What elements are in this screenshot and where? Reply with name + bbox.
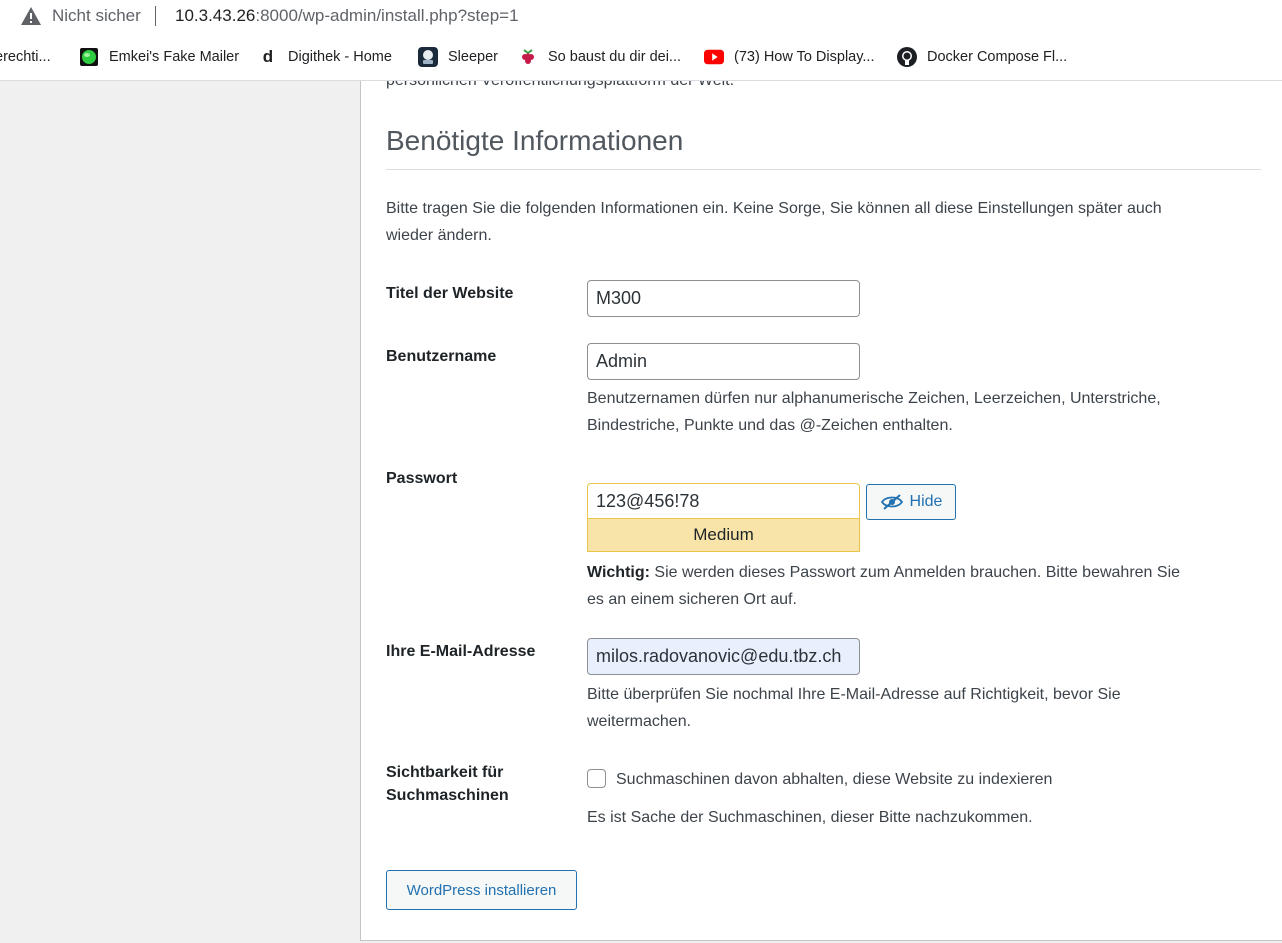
page-viewport: persönlichen Veröffentlichungsplattform …	[0, 81, 1282, 943]
hide-password-button[interactable]: Hide	[866, 484, 956, 520]
eye-slash-icon	[880, 494, 903, 510]
visibility-label-line-2: Suchmaschinen	[386, 787, 509, 804]
security-status[interactable]: Nicht sicher	[52, 6, 141, 26]
bookmark-item[interactable]: (73) How To Display...	[704, 46, 874, 68]
intro-text-cut: persönlichen Veröffentlichungsplattform …	[386, 81, 734, 90]
bookmark-label: Docker Compose Fl...	[927, 49, 1068, 65]
username-hint-line-2: Bindestriche, Punkte und das @-Zeichen e…	[587, 417, 953, 434]
important-bold: Wichtig:	[587, 564, 650, 581]
instructions-text: Bitte tragen Sie die folgenden Informati…	[386, 195, 1266, 249]
raspberry-icon	[518, 47, 538, 67]
username-hint-line-1: Benutzernamen dürfen nur alphanumerische…	[587, 390, 1161, 407]
address-bar: Nicht sicher 10.3.43.26:8000/wp-admin/in…	[0, 0, 1282, 34]
url-host: 10.3.43.26	[175, 6, 256, 25]
instructions-line-1: Bitte tragen Sie die folgenden Informati…	[386, 200, 1162, 217]
bookmark-item[interactable]: erechti...	[0, 46, 51, 68]
bookmark-item[interactable]: d Digithek - Home	[258, 46, 392, 68]
hide-label: Hide	[909, 493, 943, 510]
digithek-d-icon: d	[262, 47, 274, 66]
bookmark-label: Digithek - Home	[288, 49, 392, 65]
install-wordpress-button[interactable]: WordPress installieren	[386, 870, 577, 910]
url-path: :8000/wp-admin/install.php?step=1	[255, 6, 519, 25]
bookmark-label: erechti...	[0, 49, 51, 65]
password-label: Passwort	[386, 470, 458, 487]
sleeper-icon	[418, 47, 438, 67]
email-hint-line-2: weitermachen.	[587, 713, 692, 730]
email-input[interactable]: milos.radovanovic@edu.tbz.ch	[587, 638, 860, 675]
url-field[interactable]: 10.3.43.26:8000/wp-admin/install.php?ste…	[175, 6, 519, 26]
address-separator	[155, 6, 156, 26]
bookmark-item[interactable]: So baust du dir dei...	[518, 46, 681, 68]
discourage-search-checkbox[interactable]	[587, 769, 606, 788]
bookmark-item[interactable]: Docker Compose Fl...	[897, 46, 1067, 68]
bookmark-item[interactable]: Emkei's Fake Mailer	[79, 46, 239, 68]
bookmark-label: (73) How To Display...	[734, 49, 875, 65]
bookmark-item[interactable]: Sleeper	[418, 46, 498, 68]
visibility-note: Es ist Sache der Suchmaschinen, dieser B…	[587, 809, 1033, 826]
page-heading: Benötigte Informationen	[386, 125, 684, 156]
password-input[interactable]: 123@456!78	[587, 483, 860, 519]
site-title-label: Titel der Website	[386, 285, 514, 302]
warning-icon[interactable]	[20, 6, 42, 26]
email-hint: Bitte überprüfen Sie nochmal Ihre E-Mail…	[587, 681, 1247, 735]
github-icon	[897, 47, 917, 67]
username-input[interactable]: Admin	[587, 343, 860, 380]
username-hint: Benutzernamen dürfen nur alphanumerische…	[587, 385, 1227, 439]
bookmarks-bar: erechti... Emkei's Fake Mailer d Digithe…	[0, 34, 1282, 81]
password-strength-meter: Medium	[587, 519, 860, 552]
bookmark-label: So baust du dir dei...	[548, 49, 681, 65]
username-label: Benutzername	[386, 348, 497, 365]
visibility-label-line-1: Sichtbarkeit für	[386, 764, 504, 781]
email-hint-line-1: Bitte überprüfen Sie nochmal Ihre E-Mail…	[587, 686, 1121, 703]
visibility-label: Sichtbarkeit für Suchmaschinen	[386, 761, 509, 807]
important-line-1: Sie werden dieses Passwort zum Anmelden …	[649, 564, 1181, 581]
email-label: Ihre E-Mail-Adresse	[386, 643, 536, 660]
green-globe-icon	[79, 47, 99, 67]
bookmark-label: Sleeper	[448, 49, 498, 65]
heading-divider	[386, 169, 1261, 170]
site-title-input[interactable]: M300	[587, 280, 860, 317]
password-important-note: Wichtig: Sie werden dieses Passwort zum …	[587, 559, 1247, 613]
important-line-2: es an einem sicheren Ort auf.	[587, 591, 797, 608]
instructions-line-2: wieder ändern.	[386, 227, 492, 244]
bookmark-label: Emkei's Fake Mailer	[109, 49, 240, 65]
youtube-icon	[704, 47, 724, 67]
discourage-search-label[interactable]: Suchmaschinen davon abhalten, diese Webs…	[616, 766, 1052, 793]
